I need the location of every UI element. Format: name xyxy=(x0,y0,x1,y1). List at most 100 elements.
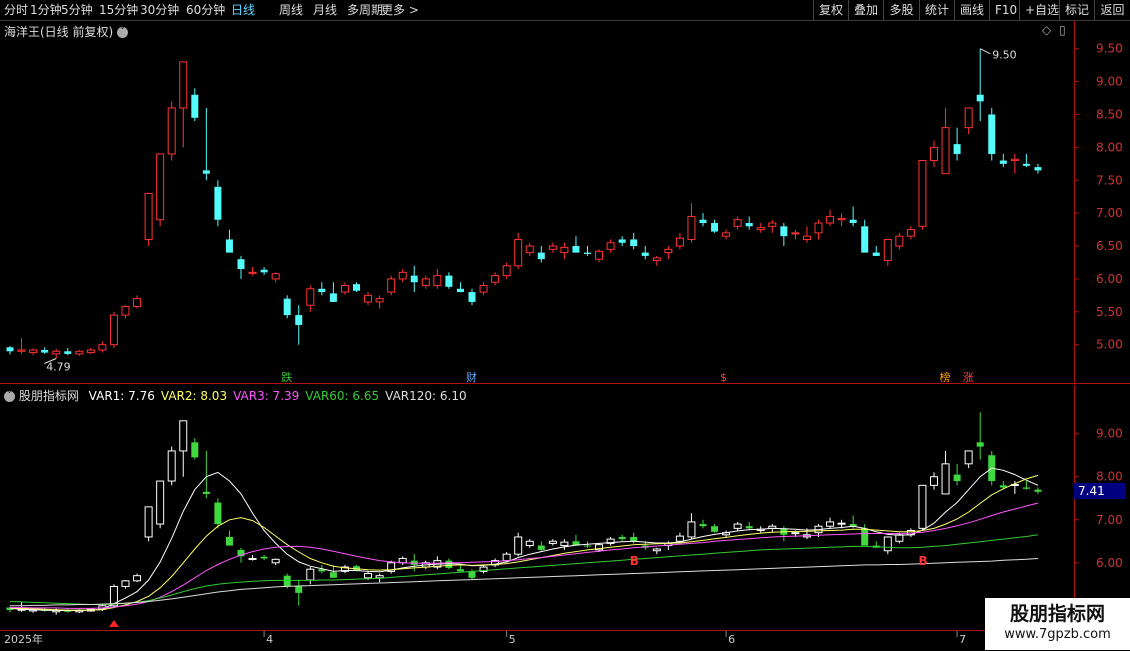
ind-body xyxy=(895,534,904,542)
price-body xyxy=(41,349,49,353)
ind-y-tick-label: 6.00 xyxy=(1096,556,1123,570)
toolbar-button-6[interactable]: +自选 xyxy=(1019,0,1059,20)
period-tab-5[interactable]: 60分钟 xyxy=(186,0,225,20)
ind-body xyxy=(364,573,373,579)
ind-candle-26 xyxy=(306,567,315,585)
ind-candle-1 xyxy=(17,601,26,612)
price-body xyxy=(283,298,291,316)
toolbar-button-2[interactable]: 多股 xyxy=(883,0,919,20)
main-y-tick-label: 6.50 xyxy=(1096,239,1123,253)
toolbar-button-3[interactable]: 统计 xyxy=(919,0,954,20)
period-tab-3[interactable]: 15分钟 xyxy=(99,0,138,20)
main-y-tick-label: 7.50 xyxy=(1096,173,1123,187)
event-marker-0[interactable]: 跌 xyxy=(281,370,292,384)
event-marker-1[interactable]: 财 xyxy=(466,370,477,384)
toolbar-button-7[interactable]: 标记 xyxy=(1059,0,1094,20)
price-candle-53 xyxy=(618,236,626,247)
event-marker-4[interactable]: 涨 xyxy=(963,371,974,384)
ind-body xyxy=(652,548,661,552)
period-tab-2[interactable]: 5分钟 xyxy=(61,0,93,20)
price-body xyxy=(295,315,303,325)
price-candle-79 xyxy=(918,160,927,230)
period-tab-7[interactable]: 周线 xyxy=(279,0,303,20)
price-candle-16 xyxy=(191,88,199,122)
price-candle-73 xyxy=(849,206,857,227)
period-tab-0[interactable]: 分时 xyxy=(4,0,28,20)
indicator-chart-svg[interactable]: 9.00 8.00 7.00 6.00 B B xyxy=(0,385,1130,631)
ind-candle-11 xyxy=(133,573,142,583)
ind-body xyxy=(837,522,846,525)
chevron-down-icon[interactable]: ˅ xyxy=(117,27,129,38)
price-body xyxy=(802,235,811,240)
ind-body xyxy=(283,575,291,587)
period-tab-4[interactable]: 30分钟 xyxy=(140,0,179,20)
period-tab-8[interactable]: 月线 xyxy=(313,0,337,20)
event-marker-3[interactable]: 榜 xyxy=(940,370,951,384)
main-chart-panel[interactable]: 海洋王(日线 前复权) ˅ ◇ ▯ 9.50 9.00 8.50 8.00 7.50 7.… xyxy=(0,21,1130,384)
ind-candle-44 xyxy=(514,532,523,557)
price-candle-50 xyxy=(584,246,591,256)
price-body xyxy=(664,248,673,254)
toolbar-button-5[interactable]: F10 xyxy=(989,0,1019,20)
toolbar-button-4[interactable]: 画线 xyxy=(954,0,989,20)
price-candle-59 xyxy=(687,203,696,243)
stock-title: 海洋王(日线 前复权) xyxy=(4,25,114,39)
ind-candle-42 xyxy=(491,558,500,568)
ind-candle-15 xyxy=(179,420,188,477)
period-tab-6[interactable]: 日线 xyxy=(231,0,255,20)
ind-body xyxy=(548,540,557,544)
toolbar-button-8[interactable]: 返回 xyxy=(1094,0,1130,20)
price-candle-62 xyxy=(722,229,731,240)
price-body xyxy=(630,239,638,247)
toolbar-button-1[interactable]: 叠加 xyxy=(848,0,883,20)
diamond-icon[interactable]: ◇ xyxy=(1042,23,1051,37)
ind-body xyxy=(560,541,569,547)
buy-signal-1[interactable]: B xyxy=(918,554,927,568)
price-body xyxy=(584,252,591,254)
ind-body xyxy=(468,571,476,578)
ind-y-tick-label: 8.00 xyxy=(1096,470,1123,484)
price-candle-30 xyxy=(353,282,360,293)
event-marker-2[interactable]: $ xyxy=(720,371,727,384)
ind-candle-84 xyxy=(976,412,984,460)
price-body xyxy=(953,144,961,154)
panel-icons: ◇ ▯ xyxy=(1042,23,1066,37)
indicator-var-labels: VAR1: 7.76 VAR2: 8.03 VAR3: 7.39 VAR60: 6.6… xyxy=(83,389,467,403)
ind-candle-39 xyxy=(456,564,464,572)
ind-candle-21 xyxy=(248,555,257,561)
price-candle-17 xyxy=(202,107,210,181)
buy-signal-0[interactable]: B xyxy=(630,554,639,568)
ind-body xyxy=(976,442,984,447)
indicator-panel[interactable]: ˅ 股朋指标网 VAR1: 7.76 VAR2: 8.03 VAR3: 7.39 VA… xyxy=(0,385,1130,631)
price-body xyxy=(421,278,430,286)
window-icon[interactable]: ▯ xyxy=(1059,23,1066,37)
chevron-down-icon[interactable]: ˅ xyxy=(4,391,15,402)
ind-body xyxy=(445,560,453,568)
toolbar-button-0[interactable]: 复权 xyxy=(813,0,848,20)
price-body xyxy=(133,298,142,308)
price-candle-69 xyxy=(802,226,811,243)
ind-body xyxy=(711,526,719,532)
price-body xyxy=(675,237,684,247)
period-tab-9[interactable]: 多周期 xyxy=(347,0,383,20)
ind-body xyxy=(202,491,210,494)
price-candle-88 xyxy=(1022,153,1030,168)
price-candle-83 xyxy=(964,107,973,135)
price-body xyxy=(410,275,418,283)
price-candle-48 xyxy=(560,242,569,260)
ind-body xyxy=(733,523,742,529)
period-tab-10[interactable]: 更多 > xyxy=(381,0,419,20)
price-chart-svg[interactable]: 9.50 9.00 8.50 8.00 7.50 7.00 6.50 6.00 5.50 5.00… xyxy=(0,21,1130,384)
ind-body xyxy=(930,476,938,486)
price-body xyxy=(167,107,176,155)
ind-candle-59 xyxy=(687,513,696,540)
main-y-tick-label: 8.00 xyxy=(1096,140,1123,154)
price-body xyxy=(988,114,996,154)
period-tab-1[interactable]: 1分钟 xyxy=(30,0,62,20)
price-body xyxy=(756,227,765,231)
price-candle-29 xyxy=(340,282,349,295)
price-candle-20 xyxy=(237,255,245,279)
ind-candle-29 xyxy=(340,564,349,574)
time-label-4: 7 xyxy=(959,633,966,646)
ind-candle-74 xyxy=(861,524,869,546)
